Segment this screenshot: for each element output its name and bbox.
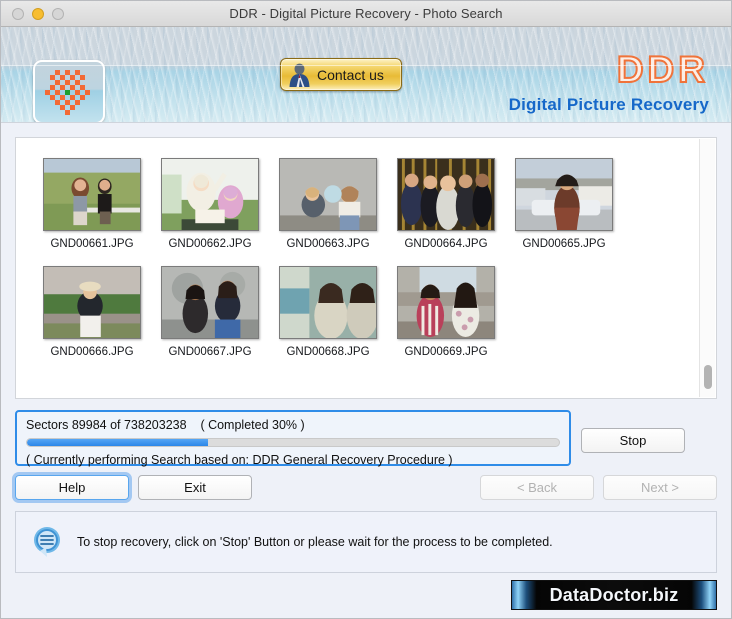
stop-button[interactable]: Stop: [581, 428, 685, 453]
header-banner: Contact us DDR Digital Picture Recovery: [1, 27, 731, 123]
hint-panel: To stop recovery, click on 'Stop' Button…: [15, 511, 717, 573]
next-button[interactable]: Next >: [603, 475, 717, 500]
thumbnail-row: GND00666.JPG GND00667.JPG GND00668.JPG G…: [42, 266, 699, 358]
thumbnail-image: [515, 158, 613, 231]
thumbnail-filename: GND00668.JPG: [286, 346, 370, 358]
watermark-text: DataDoctor.biz: [549, 584, 679, 605]
thumbnail-filename: GND00666.JPG: [50, 346, 134, 358]
thumbnail-item[interactable]: GND00661.JPG: [42, 158, 142, 250]
progress-status-text: Sectors 89984 of 738203238 ( Completed 3…: [26, 418, 305, 432]
thumbnail-panel: GND00661.JPG GND00662.JPG GND00663.JPG G…: [15, 137, 717, 399]
thumbnail-item[interactable]: GND00668.JPG: [278, 266, 378, 358]
checkered-flower-logo-icon: [45, 70, 90, 115]
exit-button[interactable]: Exit: [138, 475, 252, 500]
thumbnail-filename: GND00665.JPG: [522, 238, 606, 250]
thumbnail-scrollbar[interactable]: [699, 139, 715, 397]
watermark-badge: DataDoctor.biz: [511, 580, 717, 610]
thumbnail-image: [397, 158, 495, 231]
progress-box: Sectors 89984 of 738203238 ( Completed 3…: [15, 410, 571, 467]
back-button[interactable]: < Back: [480, 475, 594, 500]
thumbnail-image: [161, 266, 259, 339]
brand-block: DDR Digital Picture Recovery: [508, 49, 709, 115]
thumbnail-image: [279, 158, 377, 231]
help-button[interactable]: Help: [15, 475, 129, 500]
main-content: GND00661.JPG GND00662.JPG GND00663.JPG G…: [1, 123, 731, 618]
thumbnail-item[interactable]: GND00662.JPG: [160, 158, 260, 250]
progress-bar-fill: [27, 439, 208, 446]
progress-section: Sectors 89984 of 738203238 ( Completed 3…: [15, 410, 717, 467]
thumbnail-item[interactable]: GND00666.JPG: [42, 266, 142, 358]
app-window: DDR - Digital Picture Recovery - Photo S…: [0, 0, 732, 619]
person-avatar-icon: [289, 63, 310, 87]
brand-subtitle: Digital Picture Recovery: [508, 95, 709, 114]
thumbnail-filename: GND00667.JPG: [168, 346, 252, 358]
navigation-bar: Help Exit < Back Next >: [15, 475, 717, 500]
thumbnail-image: [279, 266, 377, 339]
speech-bubble-icon: [34, 527, 60, 557]
thumbnail-item[interactable]: GND00669.JPG: [396, 266, 496, 358]
contact-us-button[interactable]: Contact us: [280, 58, 402, 91]
thumbnail-scroll-area: GND00661.JPG GND00662.JPG GND00663.JPG G…: [16, 138, 699, 398]
thumbnail-image: [161, 158, 259, 231]
hint-text: To stop recovery, click on 'Stop' Button…: [77, 535, 553, 549]
thumbnail-image: [43, 266, 141, 339]
thumbnail-item[interactable]: GND00667.JPG: [160, 266, 260, 358]
thumbnail-row: GND00661.JPG GND00662.JPG GND00663.JPG G…: [42, 158, 699, 250]
thumbnail-item[interactable]: GND00665.JPG: [514, 158, 614, 250]
window-title: DDR - Digital Picture Recovery - Photo S…: [229, 6, 503, 21]
thumbnail-filename: GND00662.JPG: [168, 238, 252, 250]
app-logo: [33, 60, 105, 122]
scrollbar-thumb[interactable]: [704, 365, 712, 389]
thumbnail-filename: GND00669.JPG: [404, 346, 488, 358]
thumbnail-item[interactable]: GND00664.JPG: [396, 158, 496, 250]
progress-bar-track: [26, 438, 560, 447]
progress-activity-text: ( Currently performing Search based on: …: [26, 453, 453, 467]
thumbnail-filename: GND00663.JPG: [286, 238, 370, 250]
brand-title: DDR: [616, 49, 709, 90]
thumbnail-image: [397, 266, 495, 339]
thumbnail-item[interactable]: GND00663.JPG: [278, 158, 378, 250]
title-bar: DDR - Digital Picture Recovery - Photo S…: [1, 1, 731, 27]
contact-us-label: Contact us: [317, 66, 384, 83]
thumbnail-filename: GND00664.JPG: [404, 238, 488, 250]
thumbnail-image: [43, 158, 141, 231]
thumbnail-filename: GND00661.JPG: [50, 238, 134, 250]
